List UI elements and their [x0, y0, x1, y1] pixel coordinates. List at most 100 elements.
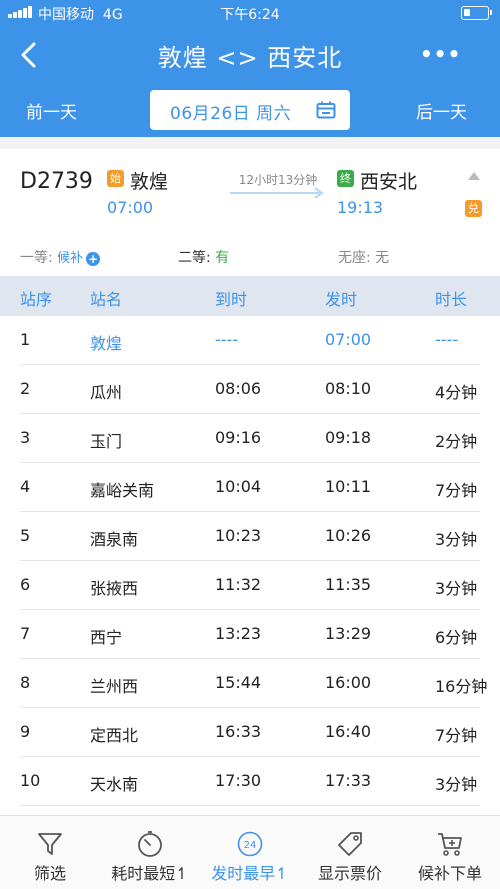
stop-depart: 13:29	[325, 624, 372, 643]
stop-seq: 4	[20, 477, 31, 496]
stop-depart: 07:00	[325, 330, 372, 349]
table-row: 10 天水南 17:30 17:33 3分钟	[0, 757, 500, 806]
stop-duration: 2分钟	[435, 432, 478, 451]
price-tag-icon	[338, 832, 362, 856]
stop-seq: 5	[20, 526, 31, 545]
stop-station: 天水南	[90, 775, 139, 794]
stop-station: 玉门	[90, 432, 123, 451]
stop-seq: 7	[20, 624, 31, 643]
seat-label: 一等:	[20, 250, 58, 266]
direction-arrow-icon	[230, 187, 324, 199]
header-arrive: 到时	[215, 290, 248, 309]
stop-duration: 16分钟	[435, 677, 488, 696]
clock-24-icon: 24	[237, 831, 263, 857]
header-stop-duration: 时长	[435, 290, 468, 309]
stops-table-body: 1 敦煌 ---- 07:00 ---- 2 瓜州 08:06 08:10 4分钟 3 玉门 09:16…	[0, 316, 500, 815]
filter-icon	[38, 833, 62, 855]
stop-arrive: ----	[215, 330, 239, 349]
stop-seq: 1	[20, 330, 31, 349]
filter-button[interactable]: 筛选	[0, 816, 100, 889]
stop-arrive: 15:44	[215, 673, 262, 692]
stop-seq: 3	[20, 428, 31, 447]
stop-station: 敦煌	[90, 334, 123, 353]
table-row: 4 嘉峪关南 10:04 10:11 7分钟	[0, 463, 500, 512]
timer-icon	[138, 831, 162, 857]
date-selector: 前一天 06月26日 周六 后一天	[0, 90, 500, 130]
seat-label: 二等:	[178, 250, 216, 266]
train-info-card: D2739 始 敦煌 07:00 12小时13分钟 终 西安北 19:13 兑 …	[0, 149, 500, 276]
table-row: 9 定西北 16:33 16:40 7分钟	[0, 708, 500, 757]
stop-depart: 16:00	[325, 673, 372, 692]
stop-duration: 3分钟	[435, 579, 478, 598]
end-station-badge: 终	[337, 170, 354, 187]
row-divider	[20, 805, 480, 806]
stop-station: 嘉峪关南	[90, 481, 155, 500]
next-day-button[interactable]: 后一天	[416, 98, 467, 123]
stop-seq: 10	[20, 771, 41, 790]
stop-depart: 10:11	[325, 477, 372, 496]
prev-day-button[interactable]: 前一天	[26, 98, 77, 123]
battery-icon	[461, 6, 492, 20]
sort-earliest-label: 发时最早↿	[211, 864, 289, 883]
stop-duration: 7分钟	[435, 726, 478, 745]
bottom-toolbar: 筛选 耗时最短↿ 24 发时最早↿ 显示票价 候补下单	[0, 815, 500, 889]
stop-depart: 09:18	[325, 428, 372, 447]
calendar-icon	[316, 101, 336, 119]
table-row: 5 酒泉南 10:23 10:26 3分钟	[0, 512, 500, 561]
stops-table-header: 站序 站名 到时 发时 时长	[0, 276, 500, 316]
first-class-seat[interactable]: 一等: 候补 +	[20, 247, 101, 267]
stop-arrive: 17:30	[215, 771, 262, 790]
table-row: 6 张掖西 11:32 11:35 3分钟	[0, 561, 500, 610]
more-menu-button[interactable]: •••	[420, 42, 460, 68]
stop-arrive: 09:16	[215, 428, 262, 447]
selected-date: 06月26日 周六	[170, 104, 292, 124]
arrival-station: 西安北	[360, 171, 418, 193]
sort-shortest-label: 耗时最短↿	[111, 864, 189, 883]
seat-value: 有	[215, 250, 230, 266]
stop-arrive: 16:33	[215, 722, 262, 741]
table-row: 1 敦煌 ---- 07:00 ----	[0, 316, 500, 365]
stop-arrive: 08:06	[215, 379, 262, 398]
stop-seq: 8	[20, 673, 31, 692]
table-row: 8 兰州西 15:44 16:00 16分钟	[0, 659, 500, 708]
clock-24-text: 24	[244, 840, 257, 851]
seat-availability: 一等: 候补 + 二等: 有 无座: 无	[0, 245, 500, 267]
nav-bar: 敦煌 <> 西安北 •••	[0, 32, 500, 78]
stop-depart: 11:35	[325, 575, 372, 594]
table-row: 3 玉门 09:16 09:18 2分钟	[0, 414, 500, 463]
stop-seq: 6	[20, 575, 31, 594]
stop-station: 定西北	[90, 726, 139, 745]
app-header: 中国移动 4G 下午6:24 敦煌 <> 西安北 ••• 前一天 06月26日 …	[0, 0, 500, 137]
stop-duration: 3分钟	[435, 775, 478, 794]
header-station: 站名	[90, 290, 123, 309]
date-picker[interactable]: 06月26日 周六	[150, 90, 350, 130]
stop-duration: ----	[435, 330, 459, 349]
seat-value: 无	[375, 250, 390, 266]
stop-arrive: 13:23	[215, 624, 262, 643]
train-number: D2739	[20, 169, 93, 194]
second-class-seat: 二等: 有	[178, 247, 229, 267]
add-waitlist-icon[interactable]: +	[86, 252, 101, 266]
stop-arrive: 10:23	[215, 526, 262, 545]
seat-label: 无座:	[338, 250, 376, 266]
header-seq: 站序	[20, 290, 53, 309]
sort-earliest-button[interactable]: 24 发时最早↿	[200, 816, 300, 889]
status-bar: 中国移动 4G 下午6:24	[0, 0, 500, 26]
collapse-icon[interactable]	[467, 171, 481, 181]
stop-duration: 3分钟	[435, 530, 478, 549]
table-row: 2 瓜州 08:06 08:10 4分钟	[0, 365, 500, 414]
header-depart: 发时	[325, 290, 358, 309]
stop-depart: 17:33	[325, 771, 372, 790]
waitlist-order-label: 候补下单	[417, 864, 482, 883]
stop-station: 酒泉南	[90, 530, 139, 549]
cart-plus-icon	[438, 833, 462, 856]
stop-arrive: 11:32	[215, 575, 262, 594]
sort-shortest-button[interactable]: 耗时最短↿	[100, 816, 200, 889]
stop-duration: 4分钟	[435, 383, 478, 402]
table-row: 7 西宁 13:23 13:29 6分钟	[0, 610, 500, 659]
show-price-button[interactable]: 显示票价	[300, 816, 400, 889]
seat-value: 候补	[57, 251, 84, 266]
exchange-badge[interactable]: 兑	[465, 200, 482, 217]
waitlist-order-button[interactable]: 候补下单	[400, 816, 500, 889]
stop-seq: 2	[20, 379, 31, 398]
